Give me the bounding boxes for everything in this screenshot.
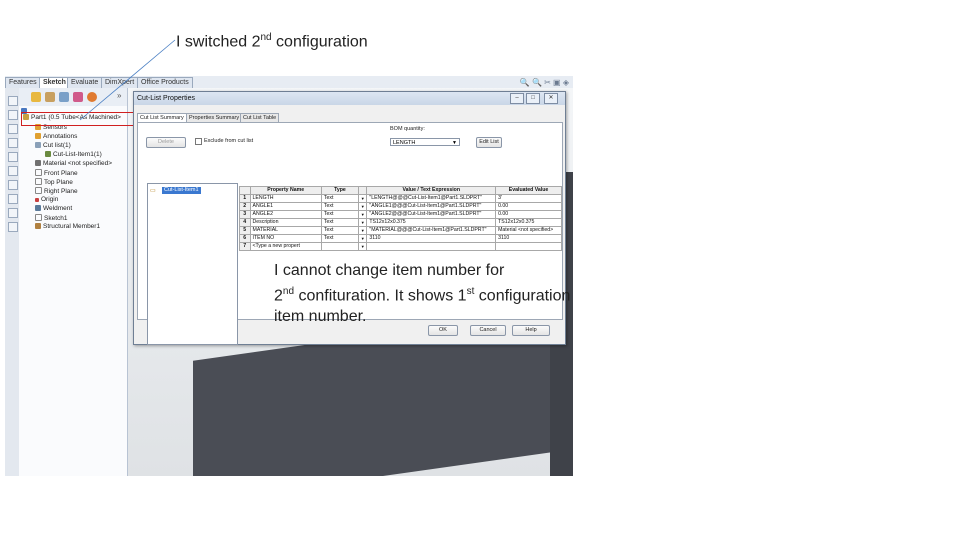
table-row[interactable]: 6 ITEM NO Text ▼ 3110 3110 (239, 234, 562, 243)
annotation-line-2: 2nd confituration. It shows 1st configur… (274, 286, 571, 305)
table-row[interactable]: 2 ANGLE1 Text ▼ "ANGLE1@@@Cut-List-Item1… (239, 202, 562, 211)
corner-cell (239, 186, 251, 195)
dropdown-arrow-icon[interactable]: ▼ (357, 234, 368, 243)
table-row[interactable]: 7 <Type a new propert ▼ (239, 242, 562, 251)
header-property-name: Property Name (249, 186, 322, 195)
folder-icon: ▭ (150, 188, 156, 194)
cut-list-item-entry[interactable]: Cut-List-Item1 (162, 187, 201, 194)
header-spacer (357, 186, 368, 195)
edit-list-button[interactable]: Edit List (476, 137, 502, 148)
annotation-line-1: I cannot change item number for (274, 262, 505, 279)
table-row[interactable]: 5 MATERIAL Text ▼ "MATERIAL@@@Cut-List-I… (239, 226, 562, 235)
table-row[interactable]: 4 Description Text ▼ TS12x12x0.375 TS12x… (239, 218, 562, 227)
delete-button[interactable]: Delete (146, 137, 186, 148)
header-value: Value / Text Expression (366, 186, 497, 195)
cut-list-items: ▭ Cut-List-Item1 (147, 183, 238, 345)
exclude-label: Exclude from cut list (204, 138, 254, 144)
close-button[interactable]: ✕ (544, 93, 558, 104)
maximize-button[interactable]: □ (526, 93, 540, 104)
exclude-checkbox[interactable] (195, 138, 202, 145)
table-row[interactable]: 1 LENGTH Text ▼ "LENGTH@@@Cut-List-Item1… (239, 194, 562, 203)
dropdown-arrow-icon: ▼ (452, 140, 457, 146)
bom-quantity-label: BOM quantity: (390, 126, 425, 132)
dropdown-arrow-icon[interactable]: ▼ (357, 218, 368, 227)
dropdown-arrow-icon[interactable]: ▼ (357, 202, 368, 211)
minimize-button[interactable]: – (510, 93, 524, 104)
table-row[interactable]: 3 ANGLE2 Text ▼ "ANGLE2@@@Cut-List-Item1… (239, 210, 562, 219)
annotation-line-3: item number. (274, 308, 367, 326)
dropdown-arrow-icon[interactable]: ▼ (357, 242, 368, 251)
dropdown-arrow-icon[interactable]: ▼ (357, 210, 368, 219)
properties-table: Property Name Type Value / Text Expressi… (239, 186, 562, 251)
dropdown-arrow-icon[interactable]: ▼ (357, 194, 368, 203)
dropdown-arrow-icon[interactable]: ▼ (357, 226, 368, 235)
annotation-bottom: I cannot change item number for 2nd conf… (274, 260, 570, 327)
dialog-title: Cut-List Properties (134, 92, 565, 105)
header-type: Type (320, 186, 360, 195)
header-evaluated: Evaluated Value (495, 186, 562, 195)
bom-quantity-select[interactable]: LENGTH ▼ (390, 138, 460, 146)
